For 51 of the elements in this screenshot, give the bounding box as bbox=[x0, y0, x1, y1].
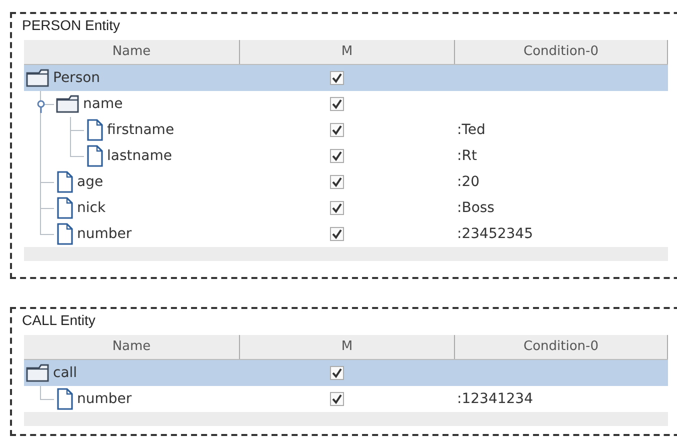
condition-value: :20 bbox=[457, 174, 480, 190]
condition-value: :Ted bbox=[457, 122, 486, 138]
tree-row[interactable]: number :12341234 bbox=[24, 386, 668, 412]
expand-handle-icon[interactable] bbox=[36, 99, 46, 113]
condition-value: :Rt bbox=[457, 148, 477, 164]
checkbox[interactable] bbox=[330, 71, 344, 85]
column-header[interactable]: Name bbox=[24, 335, 240, 359]
node-label: number bbox=[77, 391, 132, 407]
condition-value: :23452345 bbox=[457, 226, 533, 242]
folder-icon bbox=[56, 95, 80, 113]
document-icon bbox=[86, 145, 104, 167]
node-label: age bbox=[77, 174, 104, 190]
column-header[interactable]: Condition-0 bbox=[455, 40, 668, 64]
condition-value: :12341234 bbox=[457, 391, 533, 407]
node-label: lastname bbox=[107, 148, 172, 164]
document-icon bbox=[56, 197, 74, 219]
checkbox[interactable] bbox=[330, 175, 344, 189]
node-label: Person bbox=[53, 70, 100, 86]
panel-title: PERSON Entity bbox=[22, 16, 122, 34]
checkbox[interactable] bbox=[330, 366, 344, 380]
checkbox[interactable] bbox=[330, 201, 344, 215]
document-icon bbox=[56, 171, 74, 193]
checkbox[interactable] bbox=[330, 123, 344, 137]
document-icon bbox=[56, 388, 74, 410]
tree-row[interactable]: call bbox=[24, 360, 668, 386]
node-label: nick bbox=[77, 200, 106, 216]
folder-icon bbox=[26, 364, 50, 382]
column-header[interactable]: M bbox=[240, 40, 455, 64]
tree-row[interactable]: Person bbox=[24, 65, 668, 91]
condition-value: :Boss bbox=[457, 200, 494, 216]
tree-row[interactable]: name bbox=[24, 91, 668, 117]
tree-row[interactable]: number :23452345 bbox=[24, 221, 668, 247]
column-header[interactable]: M bbox=[240, 335, 455, 359]
column-header[interactable]: Name bbox=[24, 40, 240, 64]
tree-row[interactable]: firstname :Ted bbox=[24, 117, 668, 143]
column-header[interactable]: Condition-0 bbox=[455, 335, 668, 359]
document-icon bbox=[86, 119, 104, 141]
checkbox[interactable] bbox=[330, 149, 344, 163]
checkbox[interactable] bbox=[330, 97, 344, 111]
checkbox[interactable] bbox=[330, 227, 344, 241]
node-label: call bbox=[53, 365, 78, 381]
node-label: number bbox=[77, 226, 132, 242]
node-label: name bbox=[83, 96, 123, 112]
tree-row[interactable]: age :20 bbox=[24, 169, 668, 195]
document-icon bbox=[56, 223, 74, 245]
folder-icon bbox=[26, 69, 50, 87]
checkbox[interactable] bbox=[330, 392, 344, 406]
panel-title: CALL Entity bbox=[22, 311, 96, 329]
tree-row[interactable]: nick :Boss bbox=[24, 195, 668, 221]
tree-row[interactable]: lastname :Rt bbox=[24, 143, 668, 169]
node-label: firstname bbox=[107, 122, 174, 138]
